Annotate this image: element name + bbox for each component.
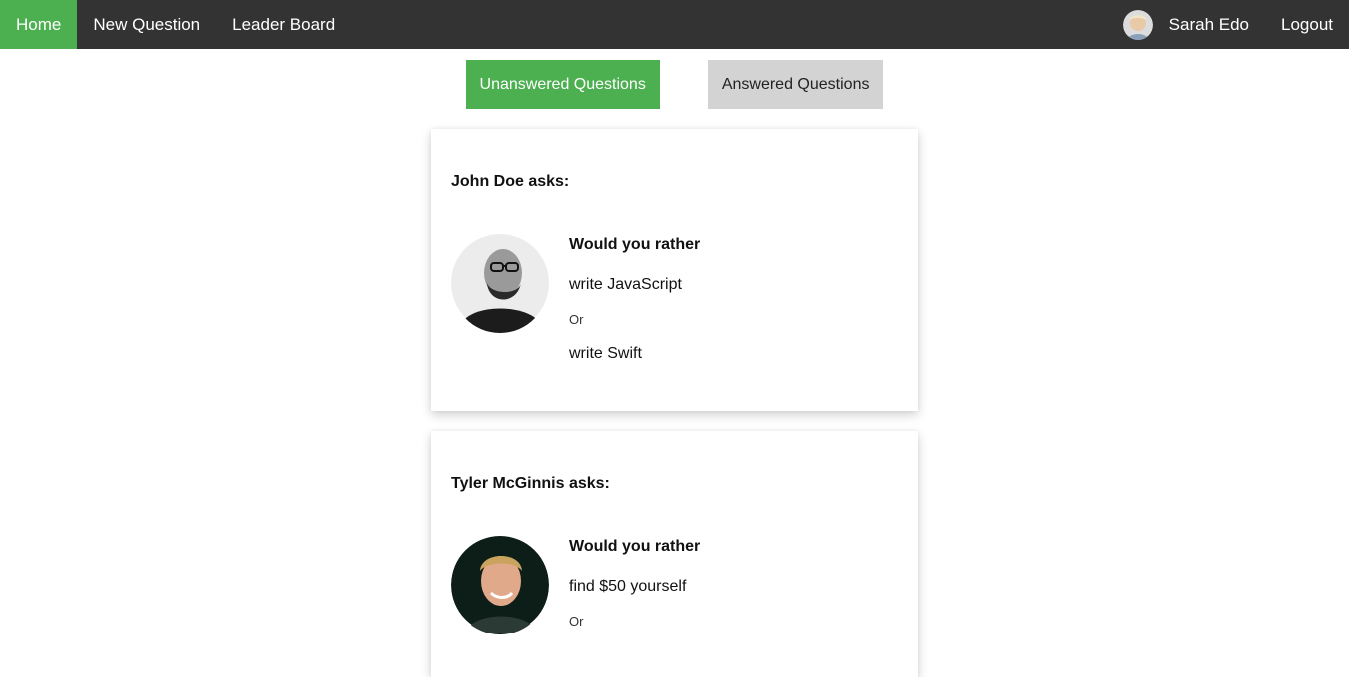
asker-avatar <box>451 234 549 333</box>
user-avatar <box>1122 9 1153 40</box>
user-name: Sarah Edo <box>1168 14 1249 34</box>
question-tabs: Unanswered Questions Answered Questions <box>0 60 1349 109</box>
logout-link[interactable]: Logout <box>1265 0 1349 49</box>
answered-questions-tab[interactable]: Answered Questions <box>707 60 884 109</box>
poll-or-separator: Or <box>569 312 584 327</box>
question-body: Would you rather find $50 yourself Or <box>451 535 898 647</box>
nav-leader-board-link[interactable]: Leader Board <box>216 0 351 49</box>
poll-content: Would you rather write JavaScript Or wri… <box>569 233 700 381</box>
poll-option-two: write Swift <box>569 345 642 362</box>
nav-home-link[interactable]: Home <box>0 0 78 49</box>
asker-avatar <box>451 536 549 634</box>
poll-content: Would you rather find $50 yourself Or <box>569 535 700 647</box>
question-card[interactable]: Tyler McGinnis asks: Would you rather fi… <box>431 431 918 677</box>
nav-new-question-link[interactable]: New Question <box>77 0 216 49</box>
question-asker: Tyler McGinnis asks: <box>451 475 610 492</box>
question-card[interactable]: John Doe asks: Would you rather write Ja… <box>431 129 918 411</box>
nav-left-group: Home New Question Leader Board <box>0 0 351 49</box>
top-navigation-bar: Home New Question Leader Board Sarah Edo… <box>0 0 1349 49</box>
question-body: Would you rather write JavaScript Or wri… <box>451 233 898 381</box>
poll-title: Would you rather <box>569 538 701 555</box>
poll-title: Would you rather <box>569 236 701 253</box>
poll-option-one: write JavaScript <box>569 276 682 293</box>
poll-option-one: find $50 yourself <box>569 578 687 595</box>
poll-or-separator: Or <box>569 614 584 629</box>
current-user: Sarah Edo <box>1122 0 1265 49</box>
question-asker: John Doe asks: <box>451 173 570 190</box>
unanswered-questions-tab[interactable]: Unanswered Questions <box>465 60 660 109</box>
nav-right-group: Sarah Edo Logout <box>1122 0 1349 49</box>
